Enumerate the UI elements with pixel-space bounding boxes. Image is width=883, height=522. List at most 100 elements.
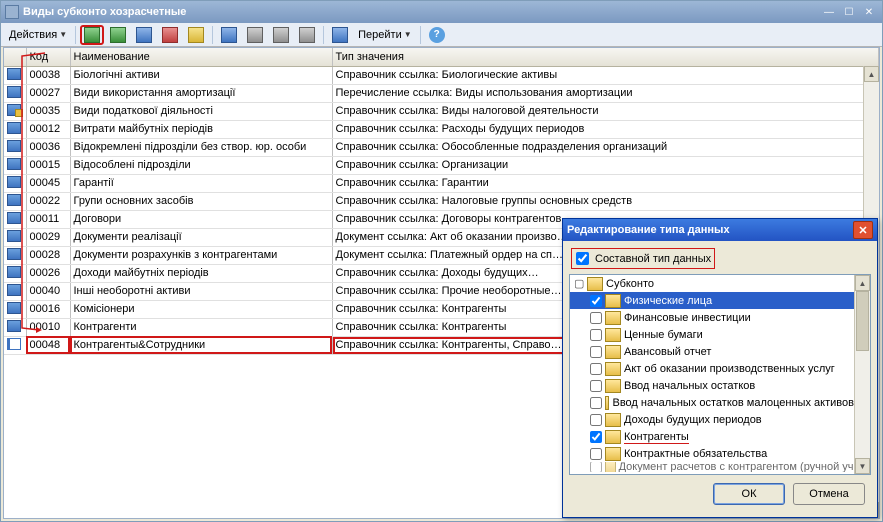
composite-label: Составной тип данных <box>595 253 711 265</box>
tree-checkbox[interactable] <box>590 329 602 341</box>
toolbar-separator <box>75 26 76 44</box>
refresh-icon <box>332 27 348 43</box>
catalog-icon <box>605 345 621 359</box>
type-editor-dialog: Редактирование типа данных ✕ Составной т… <box>562 218 878 518</box>
mark-button[interactable] <box>184 25 208 45</box>
actions-menu[interactable]: Действия ▼ <box>5 25 71 45</box>
tree-item-label: Доходы будущих периодов <box>624 414 762 426</box>
edit-button[interactable] <box>132 25 156 45</box>
tree-item[interactable]: Ценные бумаги <box>570 326 870 343</box>
composite-type-row: Составной тип данных <box>569 247 871 270</box>
tree-scrollbar[interactable]: ▲ ▼ <box>854 275 870 474</box>
collapse-icon[interactable]: ▢ <box>574 277 584 290</box>
refresh-button[interactable] <box>328 25 352 45</box>
catalog-icon <box>605 362 621 376</box>
tree-item-label: Ввод начальных остатков малоценных актив… <box>612 397 868 409</box>
clear-filter-button[interactable] <box>295 25 319 45</box>
tree-item-label: Документ расчетов с контрагентом (ручной… <box>619 462 868 472</box>
funnel-clear-icon <box>299 27 315 43</box>
pencil-icon <box>136 27 152 43</box>
tree-item-label: Авансовый отчет <box>624 346 711 358</box>
mark-icon <box>188 27 204 43</box>
type-tree[interactable]: ▢ Субконто Физические лица Финансовые инв… <box>569 274 871 475</box>
tree-item-label: Ценные бумаги <box>624 329 703 341</box>
catalog-icon <box>605 328 621 342</box>
tree-item-label: Физические лица <box>624 295 712 307</box>
catalog-icon <box>605 462 616 472</box>
tree-item-label: Субконто <box>606 278 654 290</box>
ok-button[interactable]: ОК <box>713 483 785 505</box>
tree-checkbox[interactable] <box>590 346 602 358</box>
tree-item-label: Контрагенты <box>624 431 689 443</box>
tree-item[interactable]: Финансовые инвестиции <box>570 309 870 326</box>
scroll-thumb[interactable] <box>856 291 869 351</box>
catalog-icon <box>605 379 621 393</box>
tree-item[interactable]: Ввод начальных остатков <box>570 377 870 394</box>
help-button[interactable]: ? <box>425 25 449 45</box>
funnel-icon <box>273 27 289 43</box>
caret-down-icon: ▼ <box>59 30 67 39</box>
tree-item[interactable]: Контрагенты <box>570 428 870 445</box>
maximize-button[interactable]: ☐ <box>840 4 858 20</box>
tree-checkbox[interactable] <box>590 363 602 375</box>
tree-item[interactable]: Документ расчетов с контрагентом (ручной… <box>570 462 870 472</box>
tree-checkbox[interactable] <box>590 414 602 426</box>
tree-item[interactable]: Физические лица <box>570 292 870 309</box>
copy-button[interactable] <box>106 25 130 45</box>
plus-icon <box>84 27 100 43</box>
tree-checkbox[interactable] <box>590 431 602 443</box>
composite-checkbox[interactable] <box>576 252 589 265</box>
goto-menu[interactable]: Перейти ▼ <box>354 25 416 45</box>
cancel-button[interactable]: Отмена <box>793 483 865 505</box>
tree-item-label: Ввод начальных остатков <box>624 380 755 392</box>
question-icon: ? <box>429 27 445 43</box>
tree-item-label: Акт об оказании производственных услуг <box>624 363 835 375</box>
dialog-title: Редактирование типа данных <box>567 224 853 236</box>
tree-checkbox[interactable] <box>590 448 602 460</box>
delete-button[interactable] <box>158 25 182 45</box>
minimize-button[interactable]: — <box>820 4 838 20</box>
tree-item[interactable]: Контрактные обязательства <box>570 445 870 462</box>
tree-item-label: Финансовые инвестиции <box>624 312 751 324</box>
funnel-icon <box>247 27 263 43</box>
catalog-icon <box>605 447 621 461</box>
tree-checkbox[interactable] <box>590 462 602 472</box>
tree-checkbox[interactable] <box>590 295 602 307</box>
add-button[interactable] <box>80 25 104 45</box>
scroll-down-button[interactable]: ▼ <box>855 458 870 474</box>
app-icon <box>5 5 19 19</box>
main-toolbar: Действия ▼ Перейти ▼ ? <box>1 23 882 47</box>
caret-down-icon: ▼ <box>404 30 412 39</box>
scroll-up-button[interactable]: ▲ <box>855 275 870 291</box>
tree-item[interactable]: Авансовый отчет <box>570 343 870 360</box>
catalog-icon <box>605 311 621 325</box>
filter2-button[interactable] <box>269 25 293 45</box>
sort-icon <box>221 27 237 43</box>
tree-item[interactable]: Ввод начальных остатков малоценных актив… <box>570 394 870 411</box>
dialog-titlebar: Редактирование типа данных ✕ <box>563 219 877 241</box>
dialog-close-button[interactable]: ✕ <box>853 221 873 239</box>
main-titlebar: Виды субконто хозрасчетные — ☐ ✕ <box>1 1 882 23</box>
tree-checkbox[interactable] <box>590 312 602 324</box>
dialog-body: Составной тип данных ▢ Субконто Физическ… <box>563 241 877 517</box>
tree-checkbox[interactable] <box>590 380 602 392</box>
tree-item[interactable]: Акт об оказании производственных услуг <box>570 360 870 377</box>
toolbar-separator <box>323 26 324 44</box>
tree-parent-item[interactable]: ▢ Субконто <box>570 275 870 292</box>
main-title: Виды субконто хозрасчетные <box>23 6 818 18</box>
dialog-buttons: ОК Отмена <box>569 475 871 511</box>
close-button[interactable]: ✕ <box>860 4 878 20</box>
copy-icon <box>110 27 126 43</box>
tree-item[interactable]: Доходы будущих периодов <box>570 411 870 428</box>
catalog-icon <box>605 294 621 308</box>
tree-checkbox[interactable] <box>590 397 602 409</box>
folder-icon <box>587 277 603 291</box>
catalog-icon <box>605 396 609 410</box>
catalog-icon <box>605 413 621 427</box>
sort-button[interactable] <box>217 25 241 45</box>
catalog-icon <box>605 430 621 444</box>
tree-item-label: Контрактные обязательства <box>624 448 767 460</box>
filter-button[interactable] <box>243 25 267 45</box>
x-icon <box>162 27 178 43</box>
toolbar-separator <box>212 26 213 44</box>
